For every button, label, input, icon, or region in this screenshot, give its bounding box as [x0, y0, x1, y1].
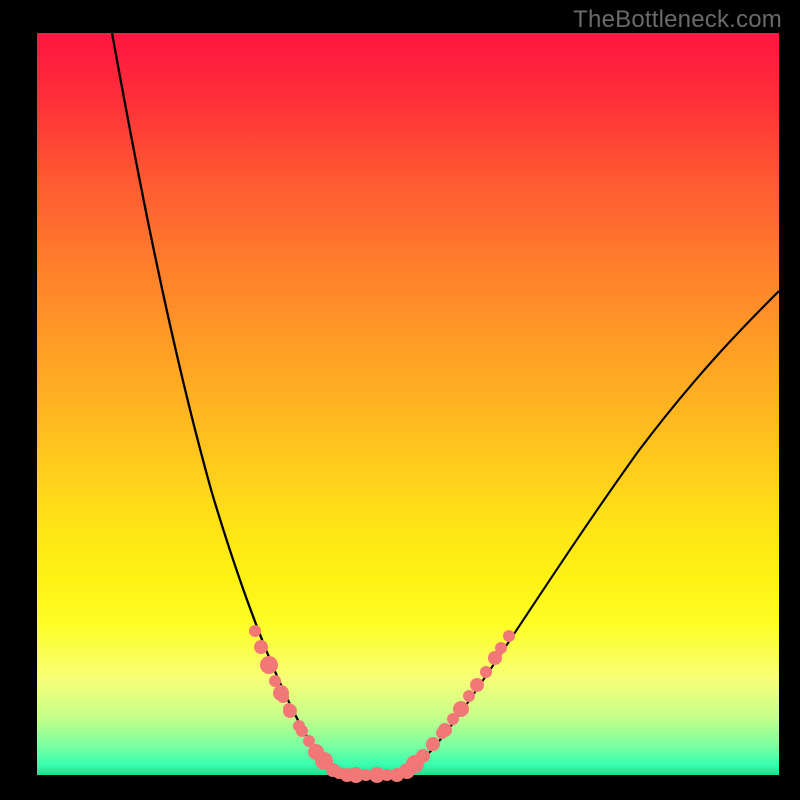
- chart-frame: TheBottleneck.com: [0, 0, 800, 800]
- plot-area: [37, 33, 779, 775]
- watermark-text: TheBottleneck.com: [573, 6, 782, 34]
- chart-svg: [37, 33, 779, 775]
- right-curve: [397, 291, 779, 775]
- right-dot-cluster: [399, 630, 515, 779]
- left-dot-cluster: [249, 625, 340, 777]
- valley-dot-cluster: [333, 767, 404, 783]
- left-curve: [112, 33, 347, 775]
